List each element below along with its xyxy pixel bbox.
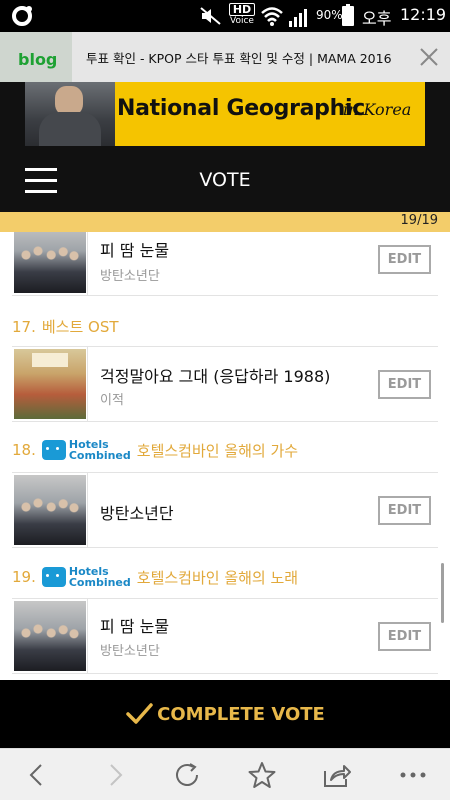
vote-header: VOTE xyxy=(0,154,450,212)
artist-name: 방탄소년단 xyxy=(100,644,160,659)
progress-bar: 19/19 xyxy=(0,212,450,232)
browser-tab-bar: blog 투표 확인 - KPOP 스타 투표 확인 및 수정 | MAMA 2… xyxy=(0,32,450,82)
battery-icon xyxy=(342,4,354,26)
complete-vote-button[interactable]: COMPLETE VOTE xyxy=(0,680,450,748)
category-title: 호텔스컴바인 올해의 가수 xyxy=(136,441,299,460)
sponsor-line-2: Combined xyxy=(68,449,131,462)
hotels-combined-logo: Hotels Combined xyxy=(41,566,131,589)
sponsor-line-2: Combined xyxy=(68,576,131,589)
category-number: 18. xyxy=(12,441,36,459)
clock: 12:19 xyxy=(400,5,447,24)
wifi-icon xyxy=(261,7,283,26)
artist-name: 방탄소년단 xyxy=(100,269,160,284)
hd-label: HD xyxy=(229,3,255,16)
ad-image xyxy=(25,82,115,146)
page-title: VOTE xyxy=(199,169,251,191)
song-title: 걱정말아요 그대 (응답하라 1988) xyxy=(100,367,331,386)
ad-subtitle: in Korea xyxy=(343,100,412,119)
edit-button[interactable]: EDIT xyxy=(378,496,431,525)
category-number: 19. xyxy=(12,568,36,586)
progress-text: 19/19 xyxy=(400,213,438,228)
category-title: 베스트 OST xyxy=(41,318,119,336)
ad-title: National Geographic xyxy=(117,96,365,121)
browser-nav-bar xyxy=(0,748,450,800)
album-thumbnail xyxy=(14,349,86,419)
song-title: 방탄소년단 xyxy=(100,504,174,523)
bear-icon xyxy=(41,440,66,460)
back-icon[interactable] xyxy=(22,761,52,789)
list-item: 방탄소년단 EDIT xyxy=(12,472,438,548)
progress-fill xyxy=(0,212,450,232)
list-item: 피 땀 눈물 방탄소년단 EDIT xyxy=(12,232,438,296)
ad-area: National Geographic in Korea xyxy=(0,82,450,154)
close-icon[interactable] xyxy=(416,44,442,70)
mute-icon xyxy=(200,7,221,25)
edit-button[interactable]: EDIT xyxy=(378,622,431,651)
hotels-combined-logo: Hotels Combined xyxy=(41,439,131,462)
clock-ampm: 오후 xyxy=(362,9,392,28)
check-icon xyxy=(126,703,153,724)
song-title: 피 땀 눈물 xyxy=(100,617,170,636)
category-title: 호텔스컴바인 올해의 노래 xyxy=(136,568,299,587)
share-icon[interactable] xyxy=(322,761,352,789)
hd-voice-badge: HD Voice xyxy=(227,3,257,29)
edit-button[interactable]: EDIT xyxy=(378,370,431,399)
artist-name: 이적 xyxy=(100,393,124,408)
album-thumbnail xyxy=(14,601,86,671)
category-19: 19. Hotels Combined 호텔스컴바인 올해의 노래 xyxy=(12,566,298,588)
category-18: 18. Hotels Combined 호텔스컴바인 올해의 가수 xyxy=(12,439,298,461)
ad-banner[interactable]: National Geographic in Korea xyxy=(25,82,425,146)
voice-label: Voice xyxy=(230,16,254,26)
complete-vote-bar: COMPLETE VOTE xyxy=(0,680,450,748)
app-icon xyxy=(12,6,32,26)
star-icon[interactable] xyxy=(247,761,277,789)
forward-icon[interactable] xyxy=(100,761,130,789)
edit-button[interactable]: EDIT xyxy=(378,245,431,274)
battery-percent: 90% xyxy=(316,8,343,22)
song-title: 피 땀 눈물 xyxy=(100,241,170,260)
vote-list: 피 땀 눈물 방탄소년단 EDIT 17. 베스트 OST 걱정말아요 그대 (… xyxy=(0,232,450,680)
complete-vote-label: COMPLETE VOTE xyxy=(157,703,325,725)
site-label: blog xyxy=(18,50,58,69)
list-item: 피 땀 눈물 방탄소년단 EDIT xyxy=(12,598,438,674)
signal-icon xyxy=(289,9,307,27)
category-number: 17. xyxy=(12,317,36,336)
tab-title[interactable]: 투표 확인 - KPOP 스타 투표 확인 및 수정 | MAMA 2016 xyxy=(86,48,392,67)
list-item: 걱정말아요 그대 (응답하라 1988) 이적 EDIT xyxy=(12,346,438,422)
previous-tab[interactable]: blog xyxy=(0,32,72,82)
more-icon[interactable] xyxy=(398,761,428,789)
bear-icon xyxy=(41,567,66,587)
status-bar: HD Voice 90% 오후 12:19 xyxy=(0,0,450,32)
reload-icon[interactable] xyxy=(173,761,203,789)
scrollbar[interactable] xyxy=(441,563,444,623)
album-thumbnail xyxy=(14,232,86,293)
album-thumbnail xyxy=(14,475,86,545)
category-17: 17. 베스트 OST xyxy=(12,316,119,337)
